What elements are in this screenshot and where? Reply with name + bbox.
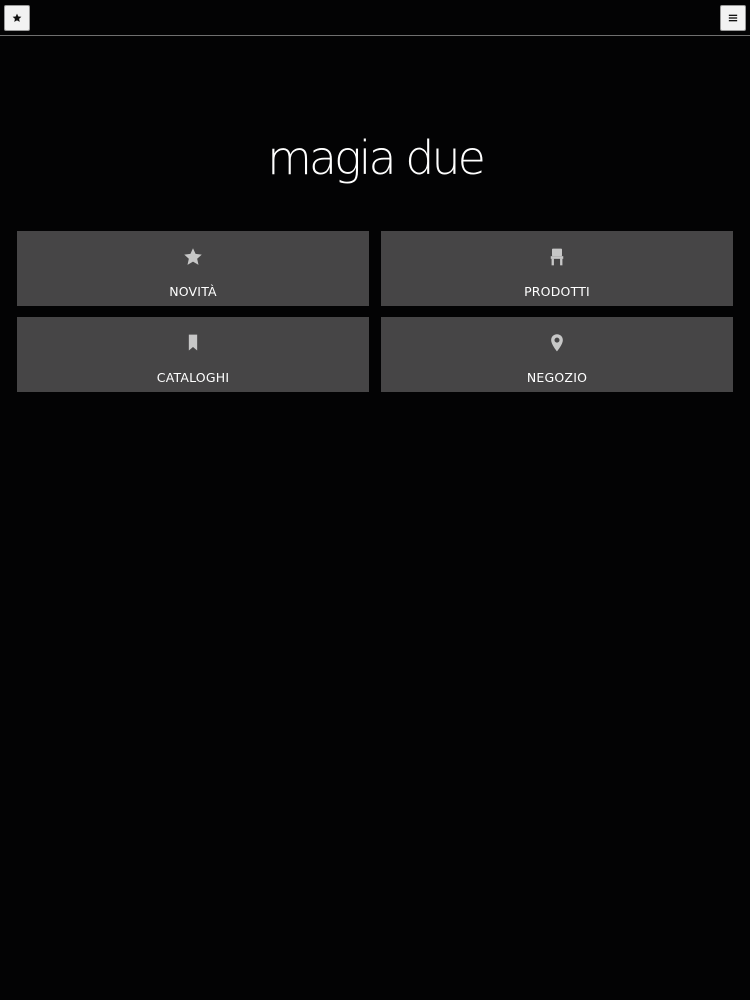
tile-novita[interactable]: NOVITÀ (17, 231, 369, 306)
chair-icon (550, 248, 564, 266)
menu-icon (728, 14, 738, 22)
brand-logo[interactable]: magia due (0, 128, 750, 188)
tile-prodotti[interactable]: PRODOTTI (381, 231, 733, 306)
top-bar (0, 0, 750, 36)
star-icon (184, 248, 202, 265)
tile-negozio-label: NEGOZIO (526, 370, 588, 385)
star-icon (12, 13, 22, 22)
tile-novita-label: NOVITÀ (169, 284, 217, 299)
favorites-button[interactable] (4, 5, 30, 31)
map-pin-icon (551, 334, 563, 352)
bookmark-icon (188, 334, 198, 351)
tile-cataloghi[interactable]: CATALOGHI (17, 317, 369, 392)
tile-negozio[interactable]: NEGOZIO (381, 317, 733, 392)
tile-cataloghi-label: CATALOGHI (156, 370, 230, 385)
tile-prodotti-label: PRODOTTI (524, 284, 590, 299)
menu-button[interactable] (720, 5, 746, 31)
